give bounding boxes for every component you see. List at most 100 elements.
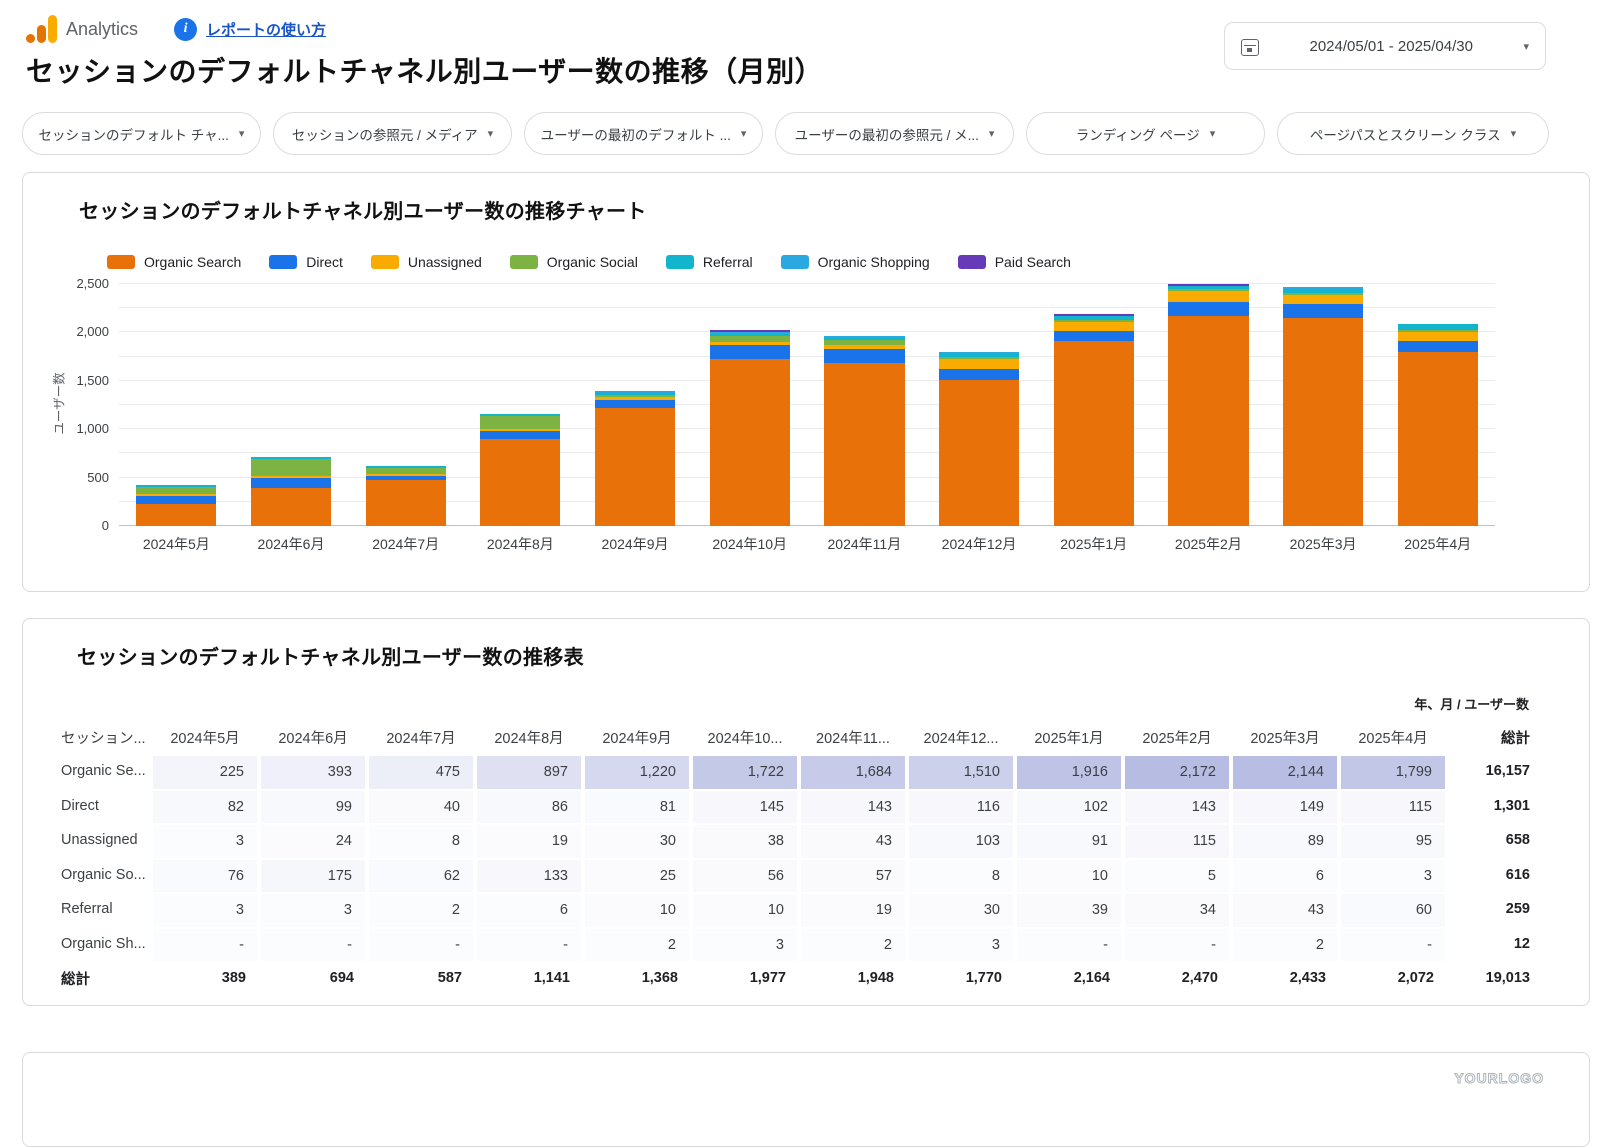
date-range-picker[interactable]: 2024/05/01 - 2025/04/30 ▾ xyxy=(1224,22,1546,70)
table-header-month[interactable]: 2024年9月 xyxy=(583,719,691,755)
bar-segment-direct[interactable] xyxy=(595,400,675,408)
y-axis-title: ユーザー数 xyxy=(41,284,65,526)
table-cell-total: 616 xyxy=(1447,859,1543,892)
filter-chip-4[interactable]: ランディング ページ▾ xyxy=(1026,112,1265,155)
table-cell-total: 12 xyxy=(1447,928,1543,961)
bar-segment-organic-social[interactable] xyxy=(251,459,331,476)
bar-group-2024年12月[interactable] xyxy=(922,284,1037,526)
table-row-label: Organic So... xyxy=(39,859,151,892)
bar-segment-direct[interactable] xyxy=(939,369,1019,380)
table-header-month[interactable]: 2025年1月 xyxy=(1015,719,1123,755)
bar-segment-direct[interactable] xyxy=(710,345,790,359)
bar-segment-organic-search[interactable] xyxy=(1398,352,1478,526)
bar-group-2024年9月[interactable] xyxy=(578,284,693,526)
y-tick-label: 0 xyxy=(102,518,109,533)
table-cell: 19 xyxy=(801,894,905,927)
report-help-link[interactable]: レポートの使い方 xyxy=(206,19,326,40)
table-cell: 102 xyxy=(1017,791,1121,824)
legend-label: Organic Social xyxy=(547,254,638,270)
info-icon: i xyxy=(174,18,197,41)
bar-group-2024年8月[interactable] xyxy=(463,284,578,526)
table-total-cell: 389 xyxy=(151,962,259,995)
table-cell: 3 xyxy=(1341,860,1445,893)
bar-segment-organic-search[interactable] xyxy=(939,380,1019,526)
bar-segment-direct[interactable] xyxy=(480,431,560,439)
legend-item-organic-shopping[interactable]: Organic Shopping xyxy=(781,254,930,270)
legend-item-organic-social[interactable]: Organic Social xyxy=(510,254,638,270)
bar-segment-organic-search[interactable] xyxy=(251,488,331,526)
table-header-dimension[interactable]: セッション... xyxy=(39,719,151,755)
table-header-month[interactable]: 2024年12... xyxy=(907,719,1015,755)
bar-segment-organic-search[interactable] xyxy=(1054,341,1134,526)
bar-segment-organic-search[interactable] xyxy=(1168,316,1248,526)
legend-item-paid-search[interactable]: Paid Search xyxy=(958,254,1071,270)
legend-swatch xyxy=(269,255,297,269)
chart-legend: Organic Search Direct Unassigned Organic So… xyxy=(107,254,1571,270)
bar-segment-organic-search[interactable] xyxy=(136,504,216,526)
table-header-month[interactable]: 2024年6月 xyxy=(259,719,367,755)
bar-group-2024年6月[interactable] xyxy=(234,284,349,526)
table-cell: 145 xyxy=(693,791,797,824)
bar-group-2025年1月[interactable] xyxy=(1036,284,1151,526)
filter-chip-0[interactable]: セッションのデフォルト チャ...▾ xyxy=(22,112,261,155)
bar-segment-direct[interactable] xyxy=(1283,304,1363,318)
bar-segment-unassigned[interactable] xyxy=(939,359,1019,369)
bar-segment-organic-search[interactable] xyxy=(824,363,904,526)
legend-swatch xyxy=(371,255,399,269)
chevron-down-icon: ▾ xyxy=(1511,127,1517,140)
bar-group-2025年2月[interactable] xyxy=(1151,284,1266,526)
filter-chip-1[interactable]: セッションの参照元 / メディア▾ xyxy=(273,112,512,155)
bar-segment-unassigned[interactable] xyxy=(1054,322,1134,331)
table-cell: - xyxy=(153,929,257,962)
table-header-month[interactable]: 2024年7月 xyxy=(367,719,475,755)
table-cell: 5 xyxy=(1125,860,1229,893)
filter-chip-2[interactable]: ユーザーの最初のデフォルト ...▾ xyxy=(524,112,763,155)
bar-segment-organic-search[interactable] xyxy=(366,480,446,526)
table-header-month[interactable]: 2024年11... xyxy=(799,719,907,755)
bar-segment-organic-search[interactable] xyxy=(1283,318,1363,526)
table-cell: 2 xyxy=(801,929,905,962)
bar-segment-organic-social[interactable] xyxy=(136,487,216,494)
bar-segment-unassigned[interactable] xyxy=(1168,291,1248,302)
table-cell: 3 xyxy=(909,929,1013,962)
bar-segment-direct[interactable] xyxy=(824,349,904,363)
chevron-down-icon: ▾ xyxy=(1210,127,1216,140)
bar-segment-organic-social[interactable] xyxy=(480,416,560,429)
x-axis-label: 2025年4月 xyxy=(1380,534,1495,554)
table-header-month[interactable]: 2024年8月 xyxy=(475,719,583,755)
table-header-month[interactable]: 2025年2月 xyxy=(1123,719,1231,755)
bar-group-2024年5月[interactable] xyxy=(119,284,234,526)
legend-item-unassigned[interactable]: Unassigned xyxy=(371,254,482,270)
legend-item-referral[interactable]: Referral xyxy=(666,254,753,270)
filter-chip-3[interactable]: ユーザーの最初の参照元 / メ...▾ xyxy=(775,112,1014,155)
table-total-cell: 1,977 xyxy=(691,962,799,995)
bar-segment-organic-search[interactable] xyxy=(595,408,675,526)
bar-segment-direct[interactable] xyxy=(251,478,331,488)
table-header-month[interactable]: 2024年10... xyxy=(691,719,799,755)
filter-chip-5[interactable]: ページパスとスクリーン クラス▾ xyxy=(1277,112,1549,155)
legend-item-organic-search[interactable]: Organic Search xyxy=(107,254,241,270)
bar-segment-organic-search[interactable] xyxy=(710,359,790,526)
table-cell: - xyxy=(1341,929,1445,962)
bar-group-2025年4月[interactable] xyxy=(1380,284,1495,526)
bar-segment-direct[interactable] xyxy=(1398,341,1478,352)
bar-segment-unassigned[interactable] xyxy=(1283,295,1363,304)
legend-item-direct[interactable]: Direct xyxy=(269,254,343,270)
table-header-month[interactable]: 2024年5月 xyxy=(151,719,259,755)
bar-segment-direct[interactable] xyxy=(1168,302,1248,316)
table-header-total[interactable]: 総計 xyxy=(1447,719,1543,755)
bar-segment-direct[interactable] xyxy=(136,496,216,504)
bar-group-2024年10月[interactable] xyxy=(692,284,807,526)
bar-group-2024年11月[interactable] xyxy=(807,284,922,526)
table-header-month[interactable]: 2025年4月 xyxy=(1339,719,1447,755)
bar-segment-direct[interactable] xyxy=(1054,331,1134,341)
bar-segment-organic-search[interactable] xyxy=(480,439,560,526)
bar-group-2025年3月[interactable] xyxy=(1266,284,1381,526)
bar-group-2024年7月[interactable] xyxy=(348,284,463,526)
table-cell: 116 xyxy=(909,791,1013,824)
table-header-month[interactable]: 2025年3月 xyxy=(1231,719,1339,755)
table-cell: 43 xyxy=(801,825,905,858)
table-total-cell: 1,141 xyxy=(475,962,583,995)
table-cell: 225 xyxy=(153,756,257,789)
bar-segment-unassigned[interactable] xyxy=(1398,332,1478,341)
